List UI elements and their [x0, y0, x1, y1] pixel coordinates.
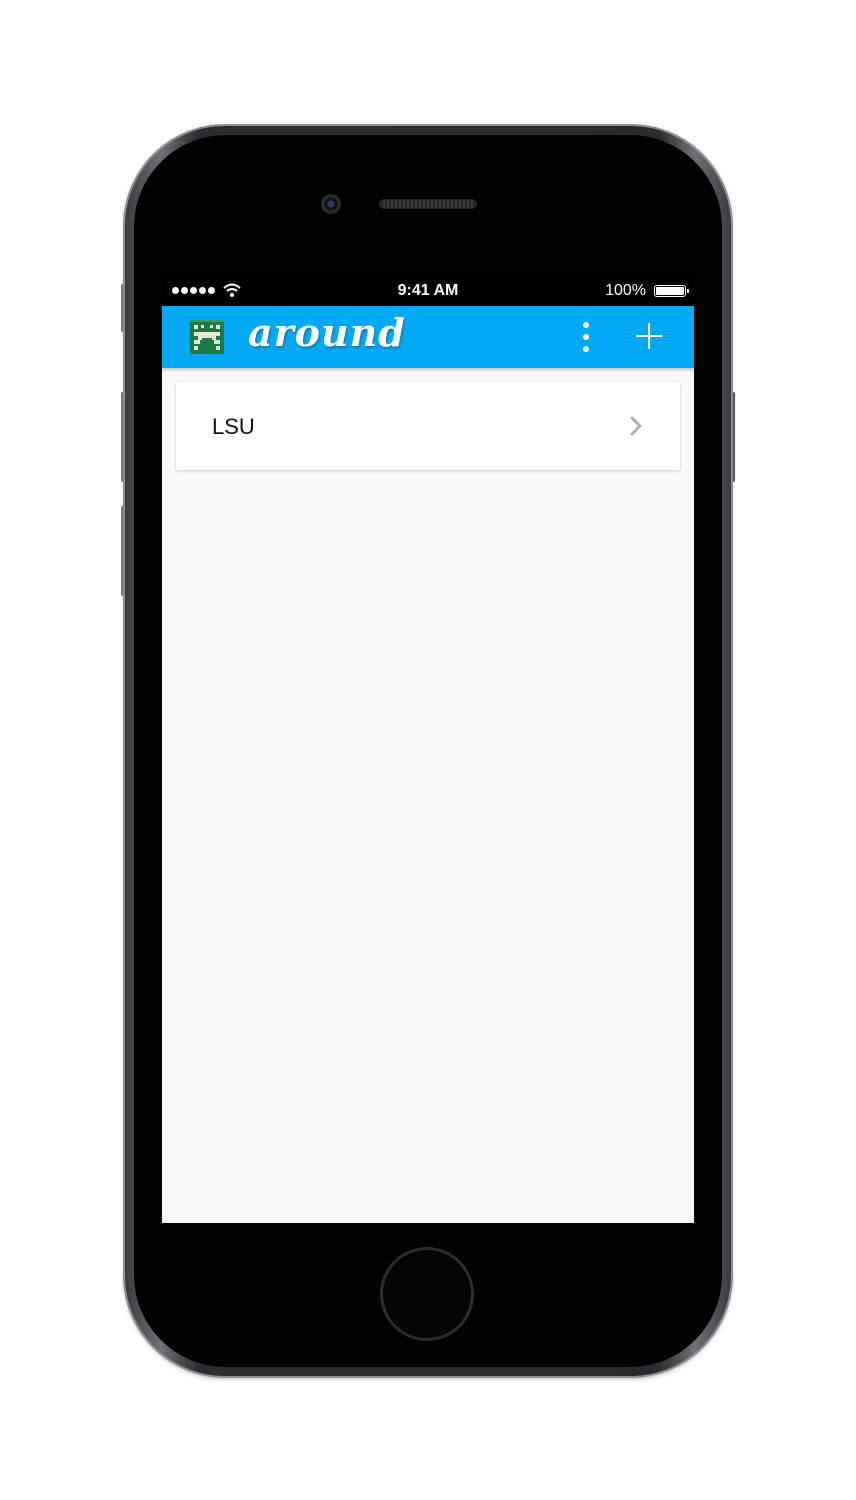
more-vertical-icon[interactable]	[579, 322, 593, 352]
earpiece-speaker	[379, 199, 477, 209]
status-bar: 9:41 AM 100%	[162, 276, 694, 306]
plus-icon[interactable]	[635, 322, 663, 350]
pixel-logo-icon[interactable]	[190, 320, 224, 354]
home-button[interactable]	[380, 1247, 474, 1341]
device-mockup: 9:41 AM 100% around LSU	[0, 0, 856, 1500]
app-bar: around	[162, 306, 694, 368]
phone-screen: 9:41 AM 100% around LSU	[162, 276, 694, 1223]
app-title: around	[248, 310, 406, 355]
battery-percentage: 100%	[605, 282, 646, 299]
list-item[interactable]: LSU	[176, 382, 680, 470]
chevron-right-icon	[630, 416, 642, 436]
battery-full-icon	[654, 285, 689, 297]
list-item-label: LSU	[212, 414, 255, 439]
front-camera	[321, 194, 341, 214]
